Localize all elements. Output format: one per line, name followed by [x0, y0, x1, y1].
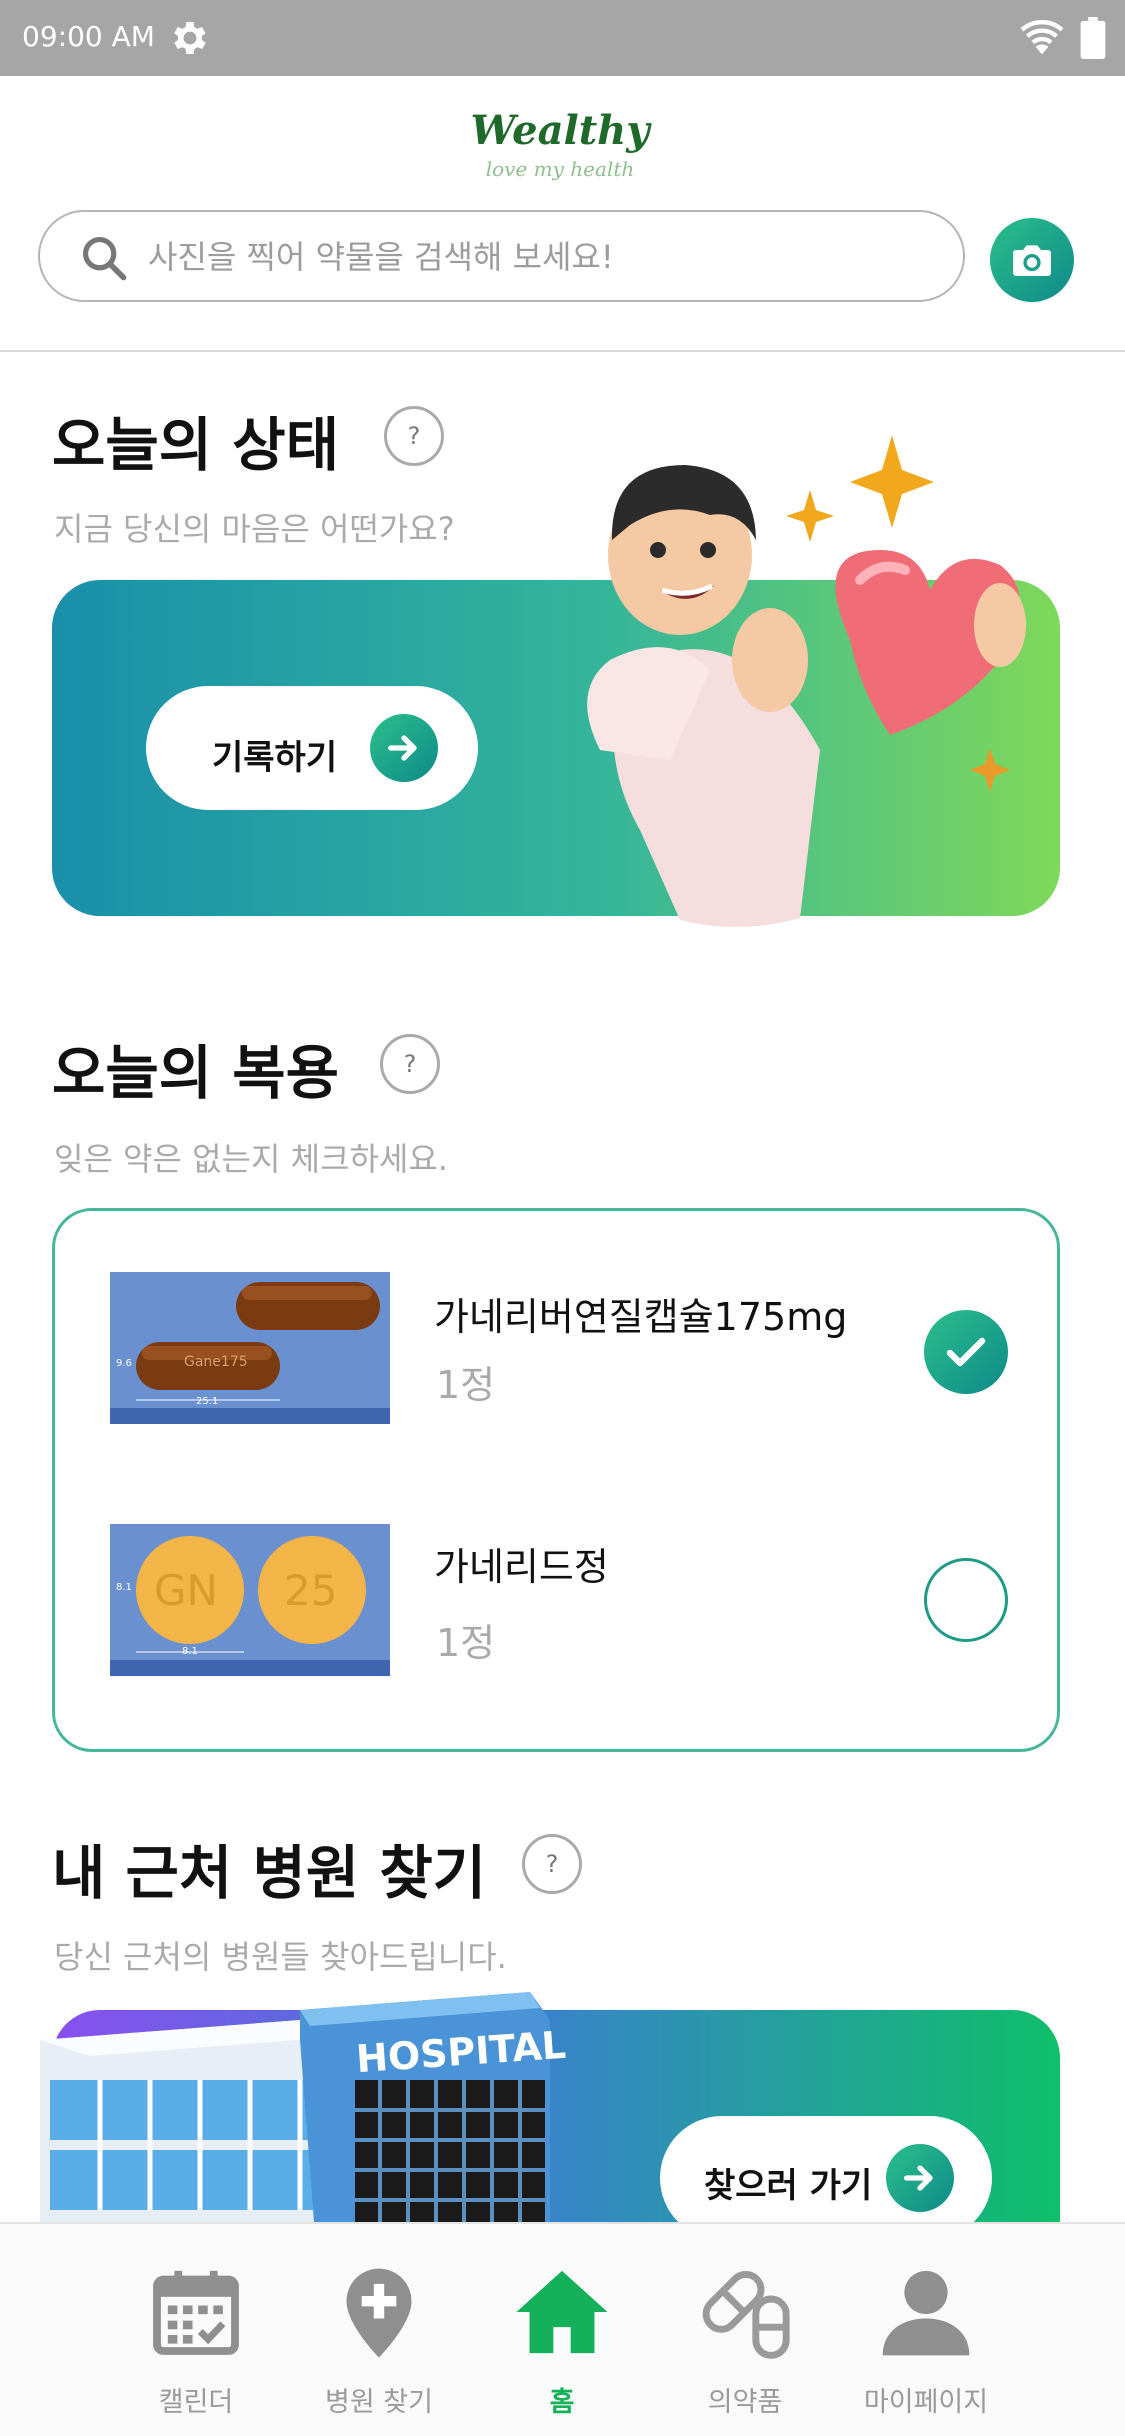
nav-item-medicine[interactable]: 의약품: [655, 2224, 835, 2436]
nav-label-mypage: 마이페이지: [863, 2387, 989, 2418]
arrow-right-icon: [886, 2144, 954, 2212]
search-input[interactable]: [148, 234, 928, 280]
find-hospital-button-label: 찾으러 가기: [704, 2166, 873, 2206]
svg-text:Wealthy: Wealthy: [470, 107, 652, 154]
medication-quantity: 1정: [436, 1621, 496, 1665]
capsule-imprint: Gane175: [184, 1354, 248, 1370]
person-heart-illustration: [587, 435, 1026, 928]
check-icon: [946, 1337, 986, 1367]
medication-checkbox-unchecked[interactable]: [924, 1558, 1008, 1642]
header-divider: [0, 350, 1125, 352]
today-medication-help-icon[interactable]: ?: [380, 1034, 440, 1094]
status-time: 09:00 AM: [22, 20, 155, 53]
tablet-height: 8.1: [116, 1582, 132, 1593]
today-status-title: 오늘의 상태: [52, 411, 339, 479]
nav-item-calendar[interactable]: 캘린더: [106, 2224, 286, 2436]
today-status-subtitle: 지금 당신의 마음은 어떤가요?: [54, 510, 455, 548]
search-icon: [82, 236, 127, 281]
medication-name: 가네리드정: [434, 1545, 609, 1589]
gear-icon: [174, 22, 206, 54]
calendar-icon: [153, 2270, 239, 2355]
today-medication-subtitle: 잊은 약은 없는지 체크하세요.: [54, 1140, 448, 1178]
capsule-height: 9.6: [116, 1358, 132, 1369]
nav-label-hospital: 병원 찾기: [325, 2387, 433, 2418]
nearby-hospital-subtitle: 당신 근처의 병원들 찾아드립니다.: [54, 1938, 507, 1976]
battery-icon: [1080, 17, 1106, 59]
arrow-right-icon: [370, 714, 438, 782]
camera-button[interactable]: [990, 218, 1074, 302]
wealthy-logo: Wealthy love my health: [470, 107, 652, 181]
tablet-width: 8.1: [182, 1646, 198, 1657]
medication-name: 가네리버연질캡슐175mg: [434, 1295, 848, 1339]
record-button-label: 기록하기: [212, 738, 338, 778]
person-icon: [882, 2270, 970, 2356]
search-bar[interactable]: [38, 210, 965, 302]
status-bar: 09:00 AM: [0, 0, 1125, 76]
capsule-width: 25.1: [196, 1396, 219, 1407]
tablet-imprint-right: 25: [284, 1566, 338, 1615]
bottom-navigation: 캘린더 병원 찾기 홈 의약품 마이페이지: [0, 2222, 1125, 2436]
nav-label-medicine: 의약품: [707, 2387, 783, 2418]
today-medication-title: 오늘의 복용: [52, 1039, 339, 1107]
wifi-icon: [1020, 20, 1064, 55]
record-button[interactable]: 기록하기: [146, 686, 478, 810]
svg-text:love my health: love my health: [486, 157, 635, 181]
nearby-hospital-help-icon[interactable]: ?: [522, 1834, 582, 1894]
medication-checkbox-checked[interactable]: [924, 1310, 1008, 1394]
nav-label-home: 홈: [549, 2387, 575, 2418]
capsule-pill-image[interactable]: Gane175 25.1 9.6: [110, 1272, 390, 1424]
hospital-pin-icon: [346, 2268, 412, 2358]
nav-item-mypage[interactable]: 마이페이지: [836, 2224, 1016, 2436]
today-status-help-icon[interactable]: ?: [384, 406, 444, 466]
nearby-hospital-title: 내 근처 병원 찾기: [52, 1839, 487, 1907]
nav-item-hospital[interactable]: 병원 찾기: [289, 2224, 469, 2436]
nav-label-calendar: 캘린더: [158, 2387, 234, 2418]
camera-icon: [1013, 245, 1051, 276]
nav-item-home[interactable]: 홈: [472, 2224, 652, 2436]
pill-icon: [702, 2270, 790, 2359]
tablet-pill-image[interactable]: GN 25 8.1 8.1: [110, 1524, 390, 1676]
tablet-imprint-left: GN: [154, 1566, 218, 1615]
medication-quantity: 1정: [436, 1363, 496, 1407]
home-icon: [516, 2270, 608, 2354]
